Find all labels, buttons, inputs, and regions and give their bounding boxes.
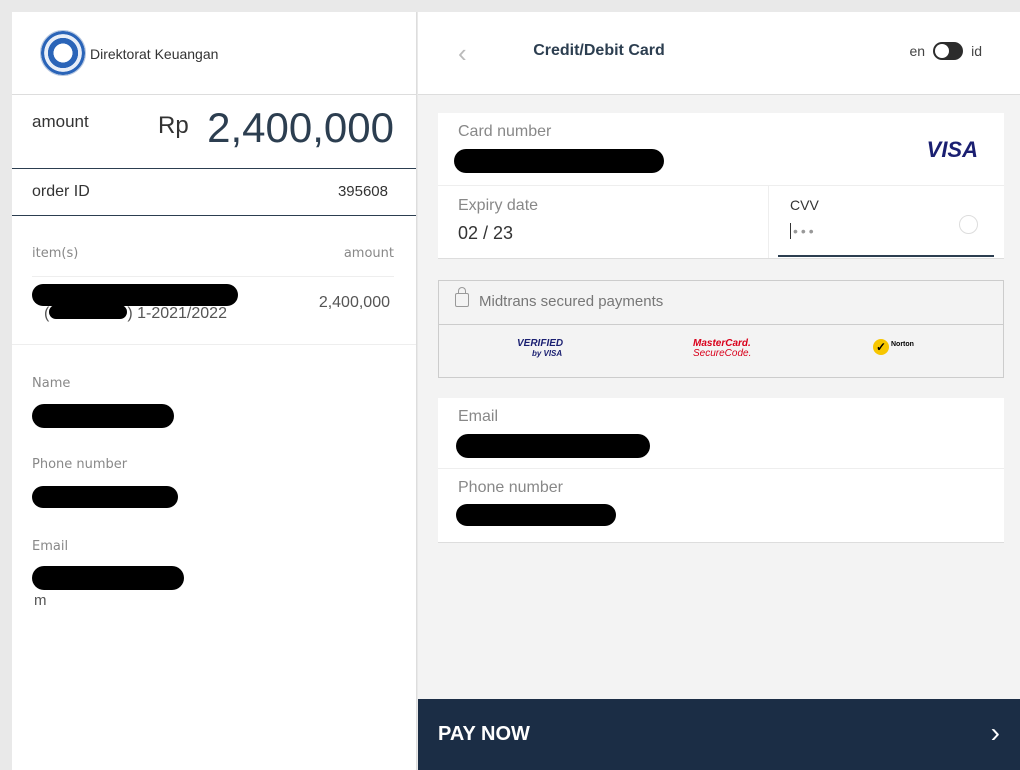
secured-payments-text: Midtrans secured payments — [479, 293, 664, 310]
cvv-input[interactable]: ••• — [790, 223, 817, 239]
email-label: Email — [458, 408, 499, 425]
divider — [768, 185, 769, 258]
item-name: () 1-2021/2022 — [44, 305, 227, 322]
language-switch[interactable]: en id — [910, 42, 982, 60]
card-form: Card number VISA Expiry date 02 / 23 CVV… — [438, 113, 1004, 259]
payment-panel: ‹ Credit/Debit Card en id Card number VI… — [418, 12, 1020, 770]
merchant-name: Direktorat Keuangan — [90, 46, 219, 62]
page-title: Credit/Debit Card — [533, 42, 665, 59]
verified-by-visa-icon: VERIFIED by VISA — [517, 338, 564, 359]
customer-email-suffix: m — [34, 592, 47, 609]
amount-value: 2,400,000 — [207, 104, 394, 151]
toggle-knob — [935, 44, 950, 58]
divider — [438, 468, 1004, 469]
merchant-logo-icon — [40, 30, 86, 76]
lang-en-label: en — [909, 43, 926, 59]
amount-currency: Rp — [158, 112, 189, 139]
redacted-customer-name — [32, 404, 174, 428]
order-id-label: order ID — [32, 183, 90, 200]
merchant-header: Direktorat Keuangan — [12, 12, 416, 95]
visa-logo-icon: VISA — [926, 137, 978, 162]
lock-icon — [455, 287, 469, 307]
lang-id-label: id — [971, 43, 982, 59]
customer-email-label: Email — [32, 539, 69, 554]
card-number-label: Card number — [458, 123, 552, 140]
order-id-value: 395608 — [337, 183, 388, 200]
order-id-row: order ID 395608 — [12, 168, 416, 216]
divider — [438, 185, 1004, 186]
redacted-customer-email — [32, 566, 184, 590]
customer-name-label: Name — [32, 376, 71, 391]
cvv-help-icon[interactable] — [959, 215, 978, 234]
phone-label: Phone number — [458, 479, 563, 496]
order-summary-panel: Direktorat Keuangan amount Rp 2,400,000 … — [12, 12, 417, 770]
items-header-amount: amount — [343, 246, 394, 261]
secured-payments-header: Midtrans secured payments — [439, 281, 1003, 325]
secured-payments-box: Midtrans secured payments VERIFIED by VI… — [438, 280, 1004, 378]
mastercard-securecode-icon: MasterCard. SecureCode. — [693, 338, 752, 359]
customer-phone-label: Phone number — [32, 457, 128, 472]
items-header: item(s) amount — [32, 240, 394, 277]
expiry-input[interactable]: 02 / 23 — [458, 223, 513, 244]
security-badges: VERIFIED by VISA MasterCard. SecureCode.… — [439, 325, 1003, 377]
contact-form: Email Phone number — [438, 398, 1004, 543]
language-toggle[interactable] — [933, 42, 964, 60]
card-number-input[interactable] — [454, 149, 664, 173]
amount-row: amount Rp 2,400,000 — [12, 94, 416, 169]
expiry-label: Expiry date — [458, 197, 539, 214]
pay-now-label: PAY NOW — [438, 723, 530, 745]
pay-now-button[interactable]: PAY NOW › — [418, 699, 1020, 770]
item-amount: 2,400,000 — [318, 294, 390, 311]
redacted-customer-phone — [32, 486, 178, 508]
norton-secured-icon: ✓ Norton — [873, 337, 917, 359]
cvv-label: CVV — [790, 197, 819, 213]
cvv-focus-underline — [778, 255, 994, 257]
payment-header: ‹ Credit/Debit Card en id — [418, 12, 1020, 95]
list-item: () 1-2021/2022 2,400,000 — [12, 276, 416, 345]
email-input[interactable] — [456, 434, 650, 458]
phone-input[interactable] — [456, 504, 616, 526]
items-header-label: item(s) — [32, 246, 79, 261]
amount-label: amount — [32, 112, 89, 131]
chevron-right-icon: › — [990, 717, 1000, 748]
redacted-item-name — [32, 284, 238, 306]
